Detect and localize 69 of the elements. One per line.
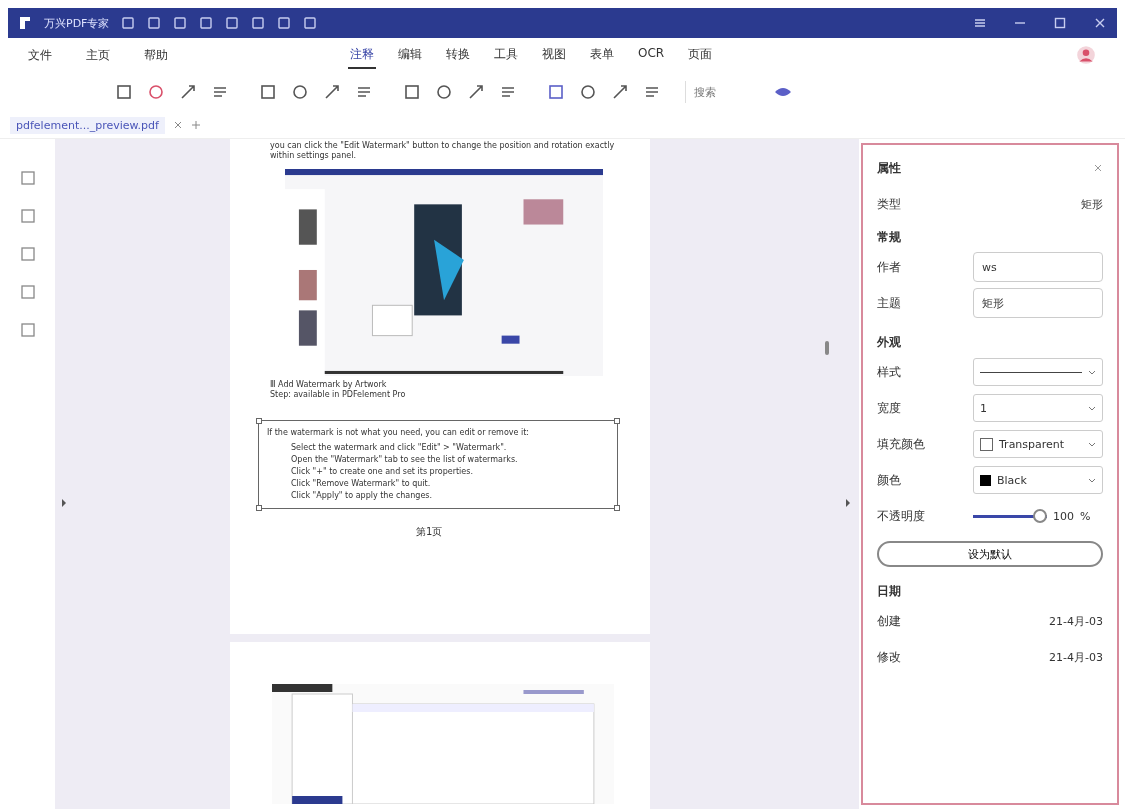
add-icon[interactable] bbox=[190, 120, 201, 130]
caret-icon bbox=[1088, 369, 1096, 375]
opacity-value: 100 bbox=[1053, 509, 1074, 523]
ribbon-tab[interactable]: 表单 bbox=[588, 41, 616, 69]
caret-icon bbox=[1088, 405, 1096, 411]
field-label: 创建 bbox=[877, 612, 901, 630]
menu-item[interactable]: 帮助 bbox=[144, 46, 168, 64]
page-label: 第1页 bbox=[416, 525, 443, 539]
author-field[interactable]: ws bbox=[973, 252, 1103, 282]
section-heading: 外观 bbox=[877, 334, 902, 351]
paragraph: If the watermark is not what you need, you can edit or remove it: bbox=[267, 427, 531, 438]
bullet-item: Click "Apply" to apply the changes. bbox=[291, 490, 434, 501]
collapse-arrow-icon[interactable] bbox=[61, 499, 67, 507]
field-value: 21-4月-03 bbox=[1049, 649, 1103, 665]
maximize-icon[interactable] bbox=[1053, 16, 1067, 30]
set-default-button[interactable]: 设为默认 bbox=[877, 541, 1103, 567]
bullet-item: Click "+" to create one and set its properties. bbox=[291, 466, 474, 477]
app-logo-icon bbox=[18, 16, 32, 30]
field-label: 宽度 bbox=[877, 399, 901, 417]
search-field[interactable]: 搜索 bbox=[685, 81, 760, 103]
close-icon[interactable] bbox=[1093, 163, 1103, 173]
close-icon[interactable] bbox=[172, 120, 183, 130]
ribbon-tab[interactable]: 转换 bbox=[444, 41, 472, 69]
subject-field[interactable]: 矩形 bbox=[973, 288, 1103, 318]
resize-handle-icon[interactable] bbox=[825, 341, 829, 355]
field-label: 修改 bbox=[877, 648, 901, 666]
fill-color-dropdown[interactable]: Transparent bbox=[973, 430, 1103, 458]
field-label: 类型 bbox=[877, 195, 901, 213]
ribbon-tab[interactable]: OCR bbox=[636, 41, 667, 69]
color-dropdown[interactable]: Black bbox=[973, 466, 1103, 494]
field-label: 填充颜色 bbox=[877, 435, 925, 453]
ribbon-tab[interactable]: 工具 bbox=[492, 41, 520, 69]
field-value: 矩形 bbox=[1081, 196, 1103, 212]
caption: Step: available in PDFelement Pro bbox=[270, 390, 406, 400]
arrow-icon[interactable] bbox=[323, 83, 341, 101]
bullet-item: Open the "Watermark" tab to see the list of watermarks. bbox=[291, 454, 519, 465]
document-tab[interactable]: pdfelement..._preview.pdf bbox=[10, 116, 165, 134]
ribbon-tab[interactable]: 注释 bbox=[348, 41, 376, 69]
menu-item[interactable]: 主页 bbox=[86, 46, 110, 64]
section-heading: 日期 bbox=[877, 583, 902, 600]
menu-icon[interactable] bbox=[973, 16, 987, 30]
user-avatar-icon[interactable] bbox=[1075, 44, 1097, 66]
ribbon-tab[interactable]: 页面 bbox=[686, 41, 715, 69]
line-style-dropdown[interactable] bbox=[973, 358, 1103, 386]
bullet-item: Click "Remove Watermark" to quit. bbox=[291, 478, 432, 489]
collapse-arrow-icon[interactable] bbox=[845, 499, 851, 507]
close-icon[interactable] bbox=[1093, 16, 1107, 30]
paragraph: you can click the "Edit Watermark" button to change the position and rotation exactly within settings panel. bbox=[270, 141, 616, 161]
field-label: 颜色 bbox=[877, 471, 901, 489]
circle-icon[interactable] bbox=[291, 83, 309, 101]
caption: Ⅲ Add Watermark by Artwork bbox=[270, 380, 388, 390]
width-spinbox[interactable]: 1 bbox=[973, 394, 1103, 422]
bullet-item: Select the watermark and click "Edit" > "Watermark". bbox=[291, 442, 508, 453]
ribbon-tab[interactable]: 编辑 bbox=[396, 41, 424, 69]
field-value: 21-4月-03 bbox=[1049, 613, 1103, 629]
section-heading: 常规 bbox=[877, 229, 902, 246]
panel-title: 属性 bbox=[877, 159, 901, 177]
ribbon-tab[interactable]: 视图 bbox=[540, 41, 568, 69]
field-label: 不透明度 bbox=[877, 507, 925, 525]
caret-icon bbox=[1088, 477, 1096, 483]
field-label: 作者 bbox=[877, 258, 901, 276]
window-title: 万兴PDF专家 bbox=[44, 15, 110, 31]
field-label: 主题 bbox=[877, 294, 901, 312]
field-label: 样式 bbox=[877, 363, 901, 381]
square-icon[interactable] bbox=[259, 83, 277, 101]
caret-icon bbox=[1088, 441, 1096, 447]
unit-label: % bbox=[1080, 509, 1091, 523]
rectangle-annotation[interactable] bbox=[258, 420, 618, 509]
menu-item[interactable]: 文件 bbox=[28, 46, 52, 64]
